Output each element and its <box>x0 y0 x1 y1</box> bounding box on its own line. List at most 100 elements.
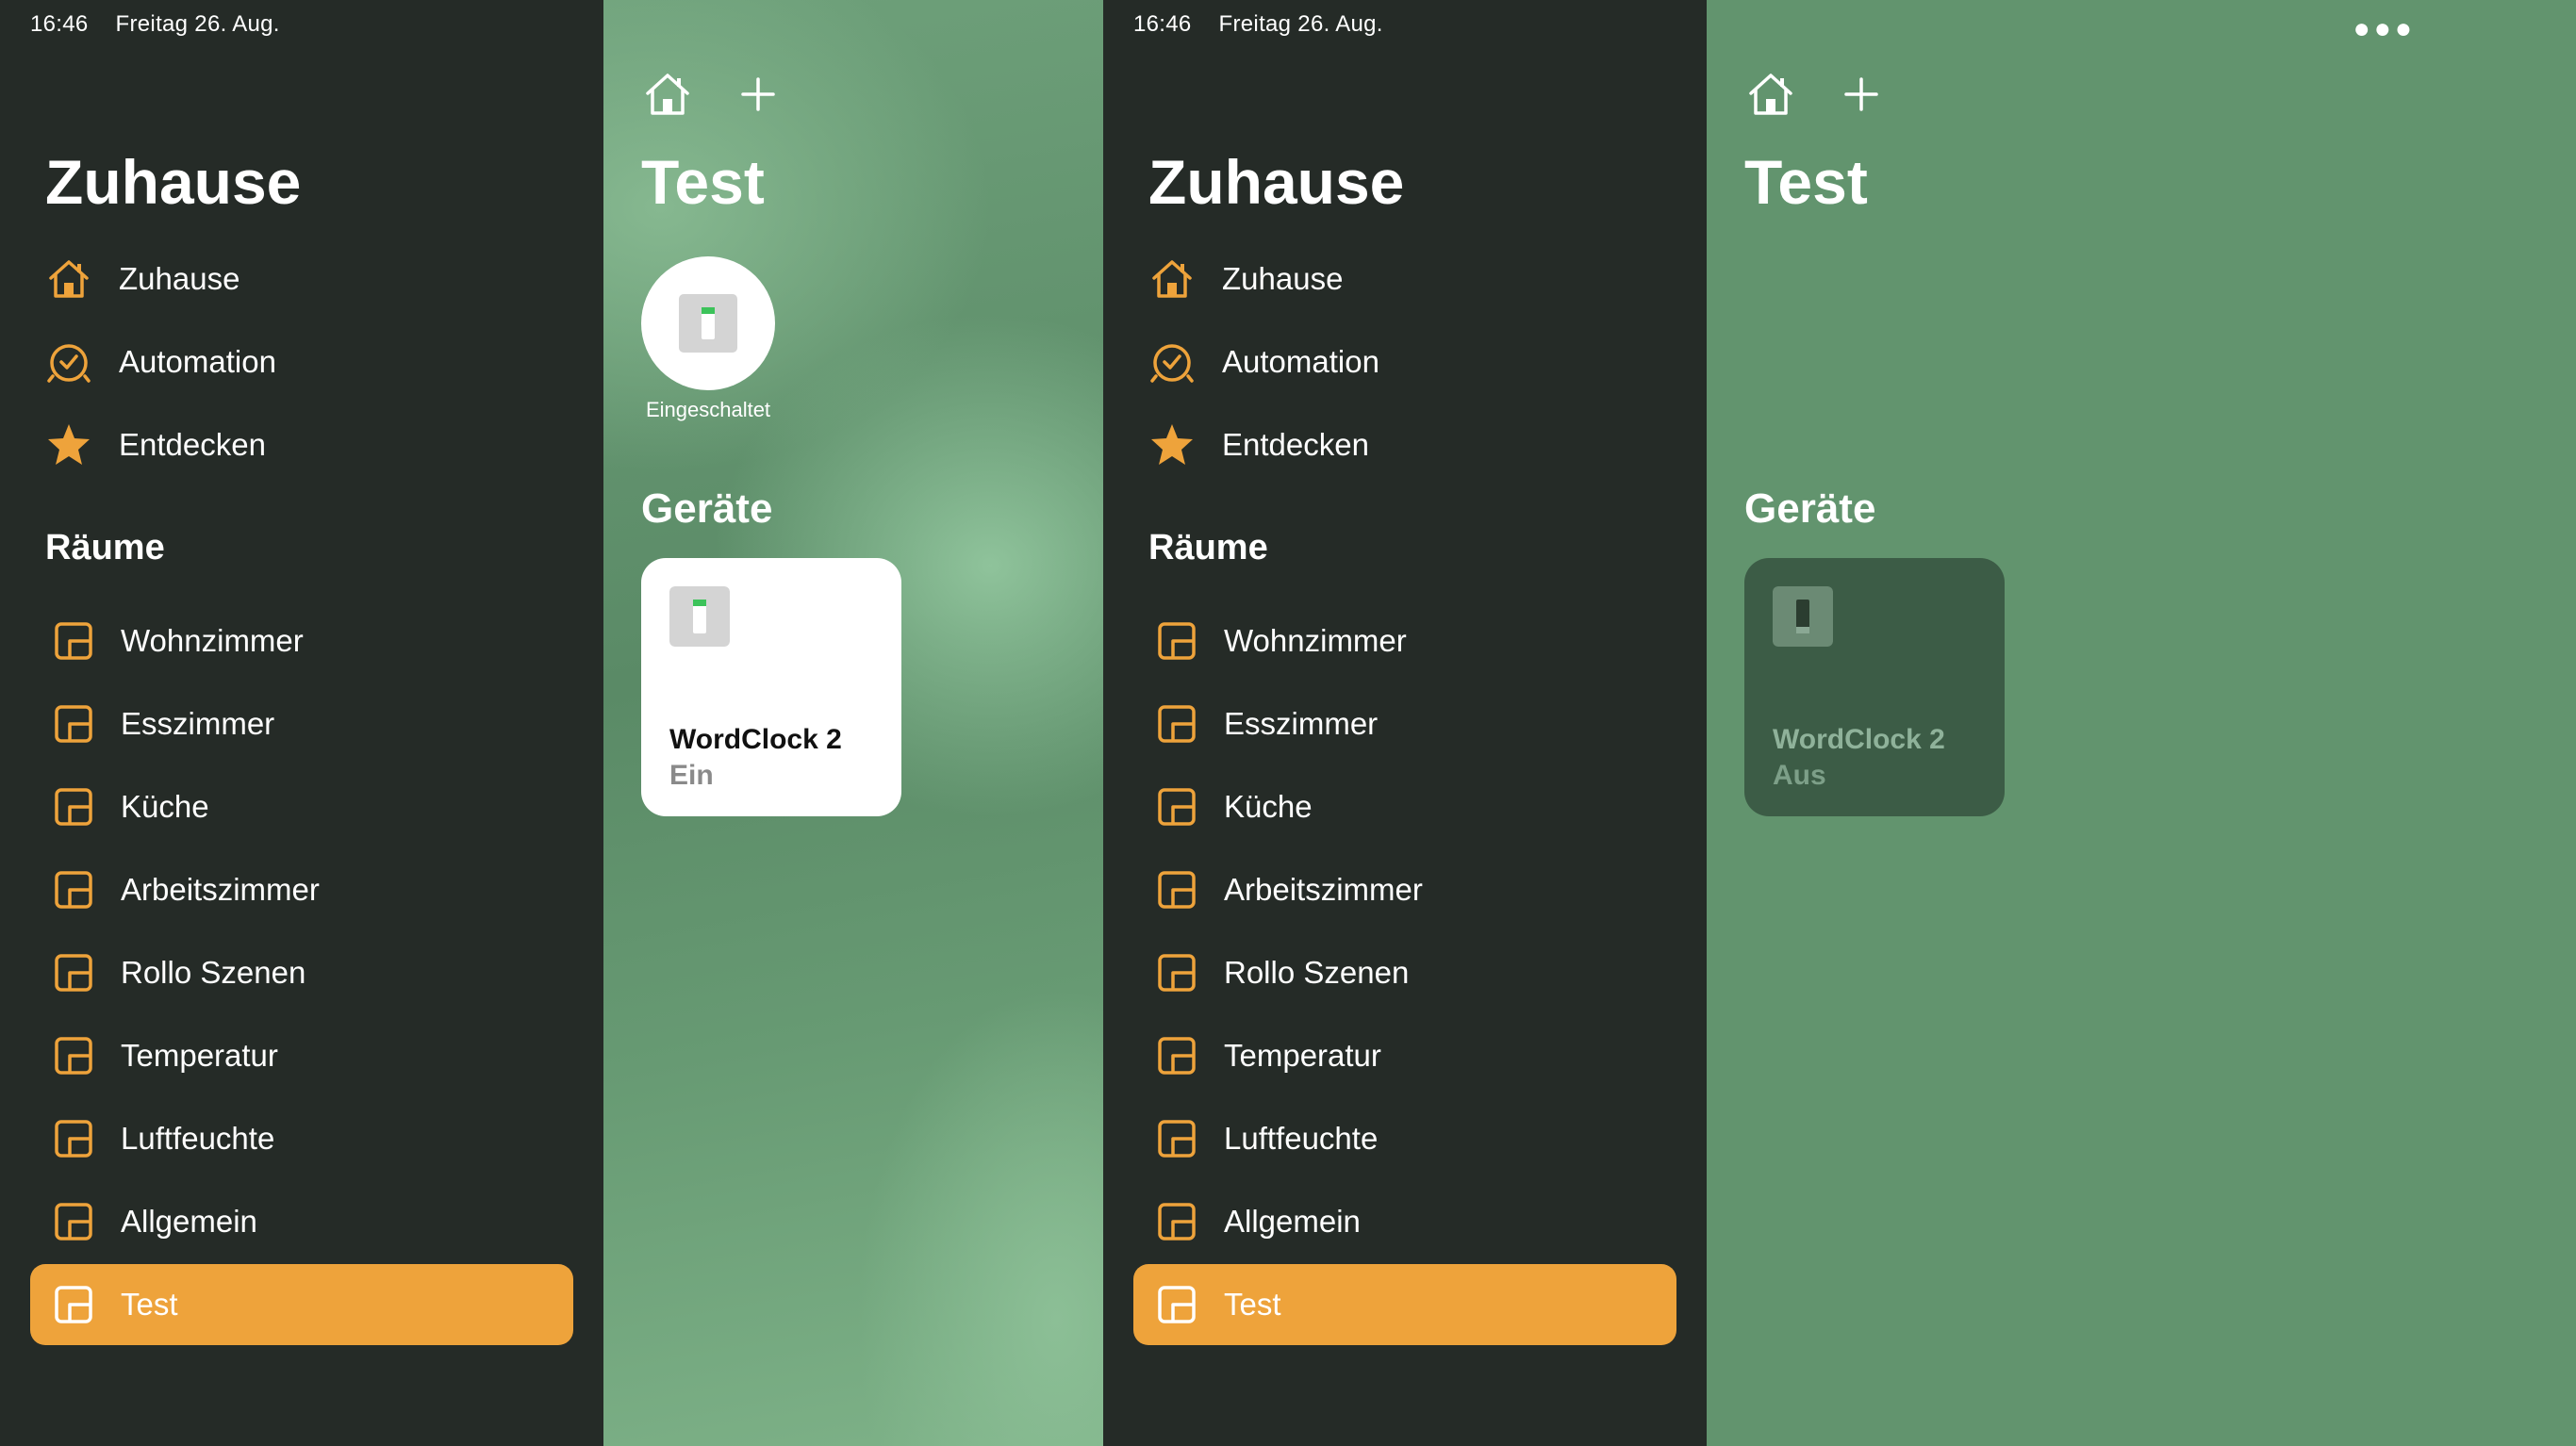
sidebar-left: 16:46 Freitag 26. Aug. Zuhause Zuhause A… <box>0 0 603 1446</box>
room-label: Rollo Szenen <box>1224 955 1410 990</box>
switch-icon <box>679 294 737 353</box>
room-icon <box>55 788 92 826</box>
room-kueche[interactable]: Küche <box>30 766 573 847</box>
room-label: Esszimmer <box>1224 706 1379 741</box>
room-label: Test <box>1224 1287 1281 1322</box>
room-label: Arbeitszimmer <box>121 872 320 907</box>
status-bar: 16:46 Freitag 26. Aug. <box>30 11 301 38</box>
nav-item-entdecken[interactable]: Entdecken <box>45 417 266 473</box>
room-icon <box>1158 788 1196 826</box>
nav-label: Automation <box>119 344 276 379</box>
room-temperatur[interactable]: Temperatur <box>1133 1015 1676 1096</box>
room-label: Temperatur <box>1224 1038 1381 1073</box>
status-time: 16:46 <box>1133 11 1192 37</box>
status-date: Freitag 26. Aug. <box>1218 11 1383 37</box>
device-name: WordClock 2 <box>1773 724 1945 755</box>
room-view-right: ●●● Test Geräte WordClock 2 Aus <box>1707 0 2576 1446</box>
room-temperatur[interactable]: Temperatur <box>30 1015 573 1096</box>
scene-label: Eingeschaltet <box>645 398 771 421</box>
nav-item-automation[interactable]: Automation <box>1148 334 1379 390</box>
nav-label: Automation <box>1222 344 1379 379</box>
rooms-heading: Räume <box>45 528 165 567</box>
room-label: Wohnzimmer <box>121 623 304 658</box>
room-icon <box>55 954 92 992</box>
room-label: Rollo Szenen <box>121 955 306 990</box>
room-rollo-szenen[interactable]: Rollo Szenen <box>1133 932 1676 1013</box>
device-name: WordClock 2 <box>669 724 842 755</box>
sidebar-right: 16:46 Freitag 26. Aug. Zuhause Zuhause A… <box>1103 0 1707 1446</box>
room-wohnzimmer[interactable]: Wohnzimmer <box>30 600 573 682</box>
room-allgemein[interactable]: Allgemein <box>30 1181 573 1262</box>
star-icon <box>1148 421 1196 468</box>
star-icon <box>45 421 92 468</box>
switch-icon <box>669 586 730 647</box>
nav-item-zuhause[interactable]: Zuhause <box>1148 251 1343 307</box>
room-icon <box>55 622 92 660</box>
room-icon <box>1158 871 1196 909</box>
room-allgemein[interactable]: Allgemein <box>1133 1181 1676 1262</box>
room-icon <box>55 1120 92 1158</box>
add-icon[interactable] <box>1835 68 1888 121</box>
room-icon <box>55 1203 92 1241</box>
room-label: Küche <box>1224 789 1313 824</box>
switch-icon <box>1773 586 1833 647</box>
nav-item-zuhause[interactable]: Zuhause <box>45 251 239 307</box>
room-label: Esszimmer <box>121 706 275 741</box>
room-icon <box>1158 1203 1196 1241</box>
room-label: Allgemein <box>1224 1204 1361 1239</box>
nav-item-entdecken[interactable]: Entdecken <box>1148 417 1369 473</box>
room-label: Temperatur <box>121 1038 278 1073</box>
status-time: 16:46 <box>30 11 89 37</box>
room-icon <box>1158 1286 1196 1323</box>
room-view-left: Test Eingeschaltet Geräte WordClock 2 Ei… <box>603 0 1103 1446</box>
room-icon <box>1158 954 1196 992</box>
sidebar-title: Zuhause <box>45 147 302 217</box>
home-button-icon[interactable] <box>1744 68 1797 121</box>
room-arbeitszimmer[interactable]: Arbeitszimmer <box>1133 849 1676 930</box>
scene-button[interactable] <box>641 256 775 390</box>
toolbar <box>1744 68 1888 121</box>
room-label: Test <box>121 1287 178 1322</box>
room-label: Luftfeuchte <box>1224 1121 1379 1156</box>
room-title: Test <box>1744 147 1868 217</box>
room-icon <box>1158 1120 1196 1158</box>
device-state: Aus <box>1773 760 1826 791</box>
nav-item-automation[interactable]: Automation <box>45 334 276 390</box>
room-title: Test <box>641 147 765 217</box>
room-icon <box>55 1286 92 1323</box>
room-icon <box>55 1037 92 1075</box>
room-luftfeuchte[interactable]: Luftfeuchte <box>1133 1098 1676 1179</box>
sidebar-title: Zuhause <box>1148 147 1405 217</box>
room-icon <box>1158 705 1196 743</box>
room-icon <box>1158 1037 1196 1075</box>
status-bar: 16:46 Freitag 26. Aug. <box>1133 11 1404 38</box>
room-test[interactable]: Test <box>1133 1264 1676 1345</box>
room-icon <box>1158 622 1196 660</box>
room-label: Wohnzimmer <box>1224 623 1407 658</box>
room-test[interactable]: Test <box>30 1264 573 1345</box>
room-label: Luftfeuchte <box>121 1121 275 1156</box>
add-icon[interactable] <box>732 68 784 121</box>
status-date: Freitag 26. Aug. <box>115 11 280 37</box>
nav-label: Zuhause <box>119 261 240 296</box>
device-tile-wordclock[interactable]: WordClock 2 Ein <box>641 558 901 816</box>
room-icon <box>55 871 92 909</box>
clock-icon <box>45 338 92 386</box>
house-icon <box>1148 255 1196 303</box>
house-icon <box>45 255 92 303</box>
room-esszimmer[interactable]: Esszimmer <box>30 683 573 764</box>
room-kueche[interactable]: Küche <box>1133 766 1676 847</box>
device-tile-wordclock[interactable]: WordClock 2 Aus <box>1744 558 2005 816</box>
room-icon <box>55 705 92 743</box>
clock-icon <box>1148 338 1196 386</box>
room-rollo-szenen[interactable]: Rollo Szenen <box>30 932 573 1013</box>
rooms-heading: Räume <box>1148 528 1268 567</box>
room-arbeitszimmer[interactable]: Arbeitszimmer <box>30 849 573 930</box>
room-luftfeuchte[interactable]: Luftfeuchte <box>30 1098 573 1179</box>
room-wohnzimmer[interactable]: Wohnzimmer <box>1133 600 1676 682</box>
room-label: Arbeitszimmer <box>1224 872 1423 907</box>
device-state: Ein <box>669 760 714 791</box>
home-button-icon[interactable] <box>641 68 694 121</box>
ellipsis-icon[interactable]: ●●● <box>2353 13 2416 45</box>
room-esszimmer[interactable]: Esszimmer <box>1133 683 1676 764</box>
